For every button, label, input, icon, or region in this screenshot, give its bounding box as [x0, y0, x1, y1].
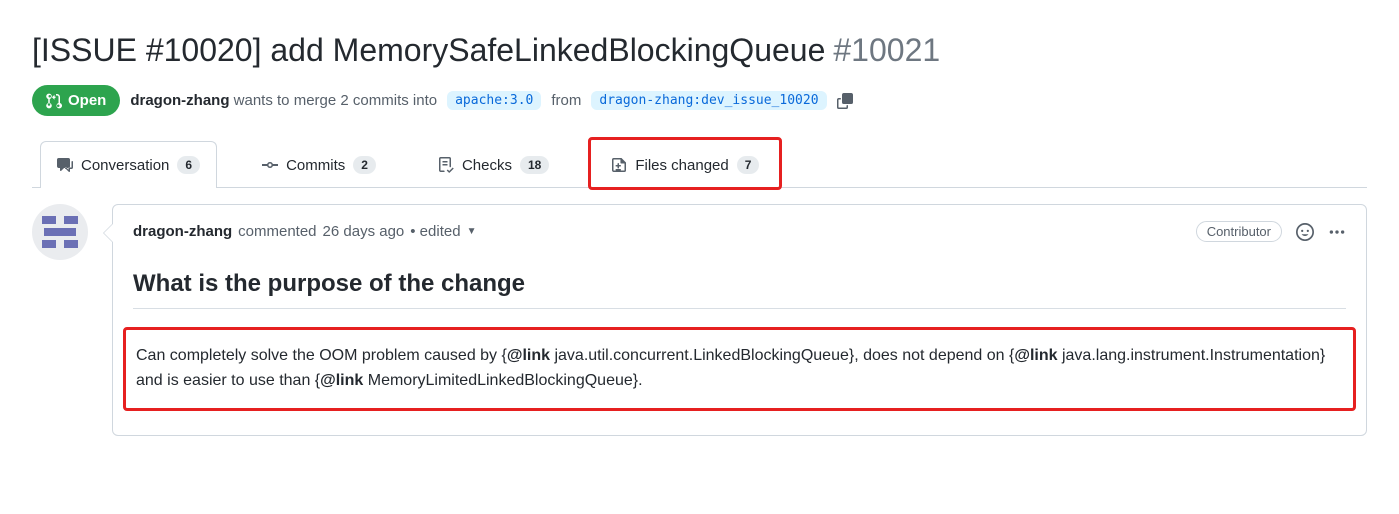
tab-commits-label: Commits [286, 157, 345, 174]
git-commit-icon [262, 157, 278, 173]
pr-tabs: Conversation 6 Commits 2 Checks 18 Files… [32, 140, 1367, 188]
role-badge: Contributor [1196, 221, 1282, 242]
kebab-menu-button[interactable] [1328, 223, 1346, 241]
comment-timestamp[interactable]: 26 days ago [323, 223, 405, 240]
javadoc-link: @link [1014, 347, 1057, 364]
edited-marker: • edited [410, 223, 460, 240]
pr-title: [ISSUE #10020] add MemorySafeLinkedBlock… [32, 32, 825, 69]
tab-files-changed[interactable]: Files changed 7 [594, 141, 776, 188]
comment-author[interactable]: dragon-zhang [133, 223, 232, 240]
copy-branch-icon[interactable] [837, 93, 853, 109]
comment-header: dragon-zhang commented 26 days ago • edi… [113, 205, 1366, 250]
comment-description-highlighted: Can completely solve the OOM problem cau… [123, 327, 1356, 411]
git-pull-request-icon [46, 93, 62, 109]
head-branch-chip[interactable]: dragon-zhang:dev_issue_10020 [591, 91, 826, 110]
comment-discussion-icon [57, 157, 73, 173]
tab-checks-count: 18 [520, 156, 549, 174]
pr-number: #10021 [833, 32, 940, 69]
avatar[interactable] [32, 204, 88, 260]
tab-checks[interactable]: Checks 18 [421, 141, 566, 188]
comment-row: dragon-zhang commented 26 days ago • edi… [32, 204, 1367, 436]
tab-files-count: 7 [737, 156, 760, 174]
tab-conversation-label: Conversation [81, 157, 169, 174]
comment-box: dragon-zhang commented 26 days ago • edi… [112, 204, 1367, 436]
tab-conversation-count: 6 [177, 156, 200, 174]
commented-word: commented [238, 223, 316, 240]
javadoc-link: @link [320, 372, 363, 389]
edited-dropdown-icon[interactable]: ▼ [467, 226, 477, 237]
tab-conversation[interactable]: Conversation 6 [40, 141, 217, 188]
from-word: from [551, 92, 581, 109]
emoji-reaction-button[interactable] [1296, 223, 1314, 241]
tab-checks-label: Checks [462, 157, 512, 174]
state-badge-open: Open [32, 85, 120, 116]
checklist-icon [438, 157, 454, 173]
comment-body: What is the purpose of the change Can co… [113, 250, 1366, 435]
tab-commits[interactable]: Commits 2 [245, 141, 393, 188]
javadoc-link: @link [507, 347, 550, 364]
file-diff-icon [611, 157, 627, 173]
state-label: Open [68, 92, 106, 109]
merge-author[interactable]: dragon-zhang [130, 92, 229, 109]
merge-sentence: dragon-zhang wants to merge 2 commits in… [130, 92, 437, 109]
base-branch-chip[interactable]: apache:3.0 [447, 91, 541, 110]
comment-section-heading: What is the purpose of the change [133, 258, 1346, 309]
pr-meta-row: Open dragon-zhang wants to merge 2 commi… [32, 85, 1367, 116]
pr-title-row: [ISSUE #10020] add MemorySafeLinkedBlock… [32, 32, 1367, 69]
tab-files-label: Files changed [635, 157, 728, 174]
tab-commits-count: 2 [353, 156, 376, 174]
